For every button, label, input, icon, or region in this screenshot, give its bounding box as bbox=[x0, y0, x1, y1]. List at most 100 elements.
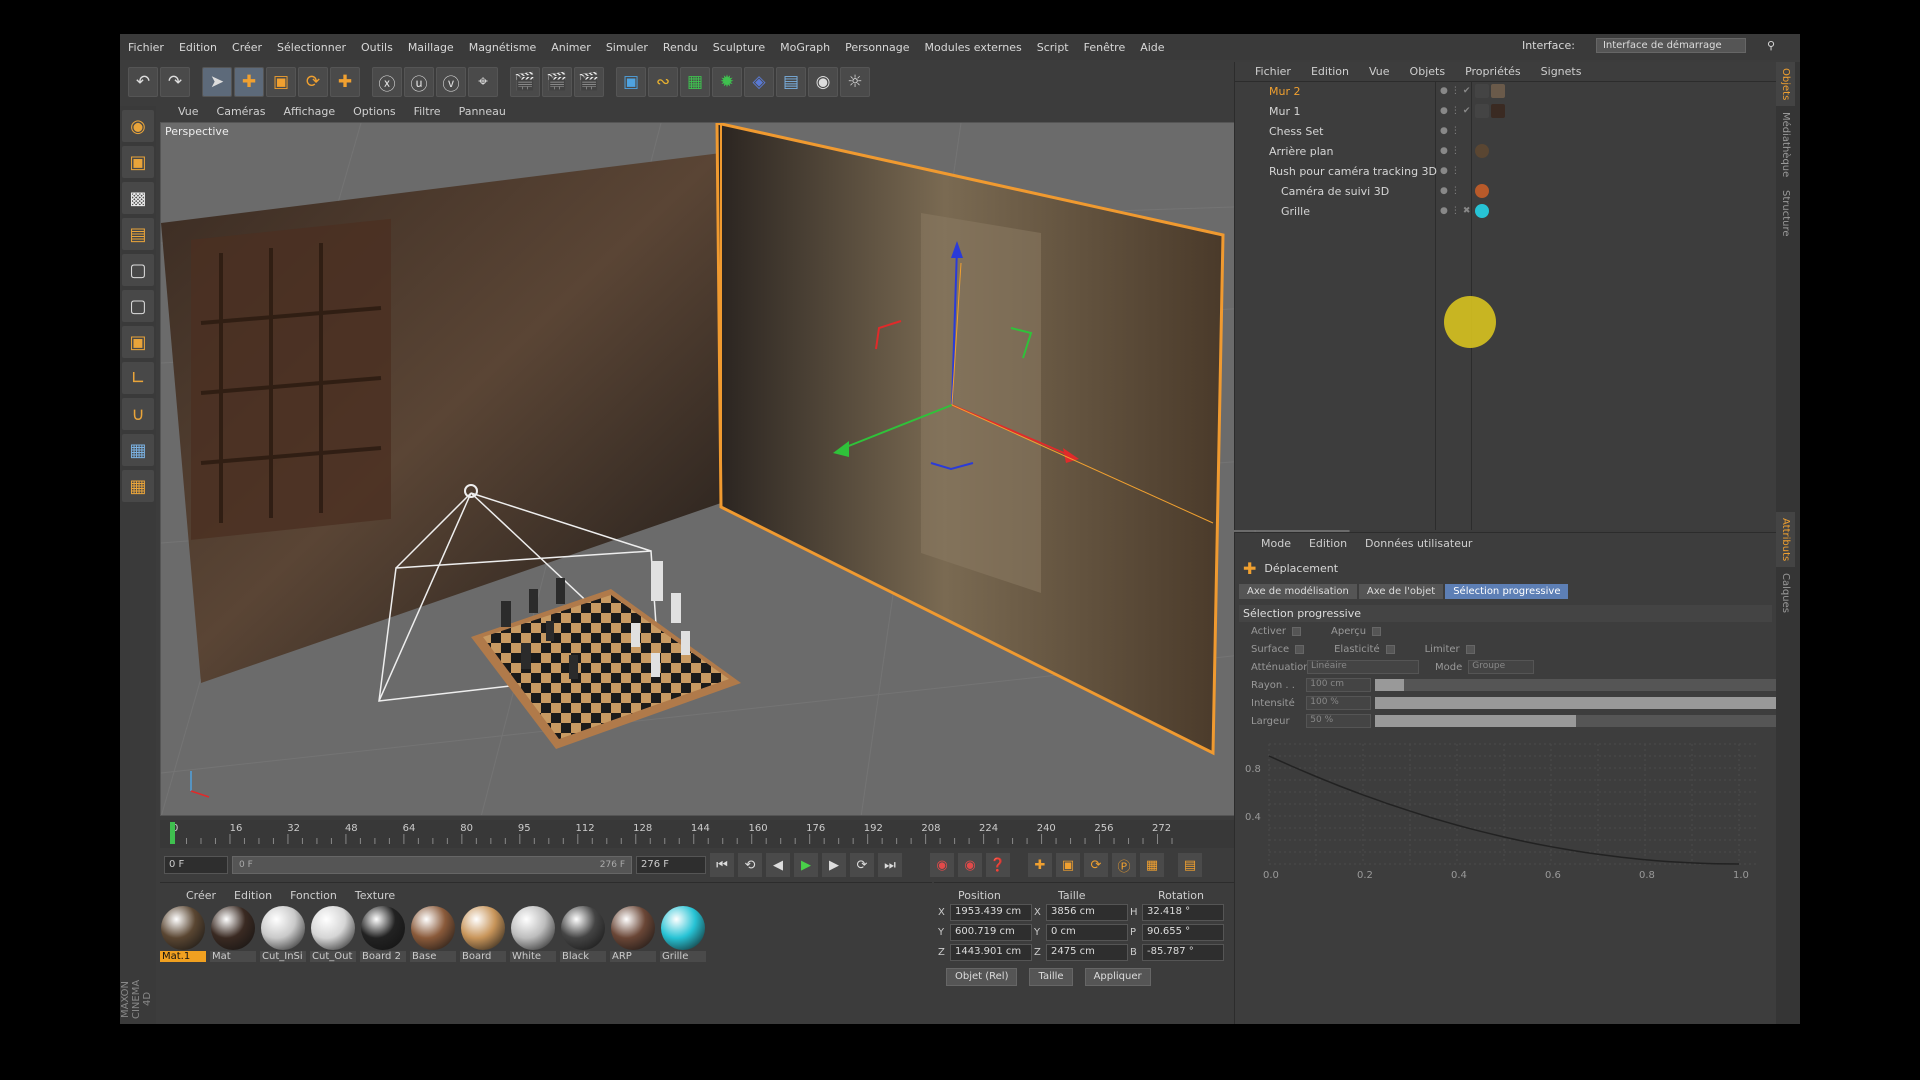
obj-menu-fichier[interactable]: Fichier bbox=[1255, 65, 1291, 78]
rayon-field[interactable]: 100 cm bbox=[1306, 678, 1372, 692]
tab-axe-modelisation[interactable]: Axe de modélisation bbox=[1239, 584, 1357, 599]
object-row-rush-camera-tracking[interactable]: Rush pour caméra tracking 3D ●⋮ bbox=[1235, 162, 1777, 180]
workplane-lock-icon[interactable]: ▦ bbox=[122, 434, 154, 466]
intensite-slider[interactable] bbox=[1375, 697, 1776, 709]
obj-menu-objets[interactable]: Objets bbox=[1410, 65, 1446, 78]
visibility-dots-icon[interactable]: ●⋮ bbox=[1440, 126, 1463, 136]
size-y-field[interactable]: 0 cm bbox=[1046, 923, 1128, 941]
viewport-menu-filtre[interactable]: Filtre bbox=[414, 105, 441, 118]
cloner-icon[interactable]: ✹ bbox=[712, 67, 742, 97]
next-frame-icon[interactable]: ▶ bbox=[822, 853, 846, 877]
points-mode-icon[interactable]: ▢ bbox=[122, 254, 154, 286]
size-x-field[interactable]: 3856 cm bbox=[1046, 903, 1128, 921]
position-x-field[interactable]: 1953.439 cm bbox=[950, 903, 1032, 921]
render-picture-viewer-icon[interactable]: 🎬 bbox=[542, 67, 572, 97]
material-menu-edition[interactable]: Edition bbox=[234, 889, 272, 902]
start-frame-field[interactable]: 0 F bbox=[164, 856, 228, 874]
side-tab-calques[interactable]: Calques bbox=[1776, 567, 1795, 619]
material-menu-fonction[interactable]: Fonction bbox=[290, 889, 337, 902]
x-axis-lock-icon[interactable]: ⓧ bbox=[372, 67, 402, 97]
material-swatch[interactable]: Board bbox=[460, 906, 506, 962]
menu-magnetisme[interactable]: Magnétisme bbox=[469, 41, 537, 54]
move-tool-icon[interactable]: ✚ bbox=[234, 67, 264, 97]
render-settings-icon[interactable]: 🎬 bbox=[574, 67, 604, 97]
key-rotation-icon[interactable]: ⟳ bbox=[1084, 853, 1108, 877]
material-swatch[interactable]: Grille bbox=[660, 906, 706, 962]
viewport-perspective[interactable]: Perspective bbox=[160, 122, 1350, 816]
select-tool-icon[interactable]: ➤ bbox=[202, 67, 232, 97]
menu-creer[interactable]: Créer bbox=[232, 41, 262, 54]
object-row-mur-2[interactable]: Mur 2 ●⋮✔ bbox=[1235, 82, 1777, 100]
obj-menu-signets[interactable]: Signets bbox=[1541, 65, 1582, 78]
tab-selection-progressive[interactable]: Sélection progressive bbox=[1445, 584, 1569, 599]
menu-outils[interactable]: Outils bbox=[361, 41, 393, 54]
visibility-dots-icon[interactable]: ●⋮✔ bbox=[1440, 86, 1473, 96]
timeline-layout-icon[interactable]: ▤ bbox=[1178, 853, 1202, 877]
z-axis-lock-icon[interactable]: ⓥ bbox=[436, 67, 466, 97]
snap-magnet-icon[interactable]: ∪ bbox=[122, 398, 154, 430]
coord-mode-dropdown[interactable]: Objet (Rel) bbox=[946, 968, 1018, 986]
tab-axe-objet[interactable]: Axe de l'objet bbox=[1358, 584, 1444, 599]
viewport-menu-cameras[interactable]: Caméras bbox=[217, 105, 266, 118]
scale-tool-icon[interactable]: ▣ bbox=[266, 67, 296, 97]
object-row-chess-set[interactable]: Chess Set ●⋮ bbox=[1235, 122, 1777, 140]
position-z-field[interactable]: 1443.901 cm bbox=[950, 943, 1032, 961]
undo-icon[interactable]: ↶ bbox=[128, 67, 158, 97]
apply-button[interactable]: Appliquer bbox=[1084, 968, 1151, 986]
go-to-start-icon[interactable]: ⏮ bbox=[710, 853, 734, 877]
menu-modules-externes[interactable]: Modules externes bbox=[925, 41, 1022, 54]
end-frame-field[interactable]: 276 F bbox=[636, 856, 706, 874]
attr-menu-edition[interactable]: Edition bbox=[1309, 537, 1347, 550]
menu-mograph[interactable]: MoGraph bbox=[780, 41, 830, 54]
apercu-checkbox[interactable] bbox=[1372, 626, 1382, 636]
attr-menu-donnees[interactable]: Données utilisateur bbox=[1365, 537, 1472, 550]
phong-tag-icon[interactable] bbox=[1475, 104, 1489, 118]
visibility-dots-icon[interactable]: ●⋮ bbox=[1440, 186, 1463, 196]
preview-range-slider[interactable]: 0 F 276 F bbox=[232, 856, 632, 874]
timeline-ruler[interactable]: 0 16 32 48 64 80 95 112 128 144 160 176 192 208 224 240… bbox=[160, 820, 1350, 848]
material-swatch[interactable]: Black bbox=[560, 906, 606, 962]
edges-mode-icon[interactable]: ▢ bbox=[122, 290, 154, 322]
object-row-arriere-plan[interactable]: Arrière plan ●⋮ bbox=[1235, 142, 1777, 160]
viewport-menu-affichage[interactable]: Affichage bbox=[283, 105, 335, 118]
material-swatch[interactable]: Cut_Out bbox=[310, 906, 356, 962]
grid-snap-icon[interactable]: ▦ bbox=[122, 470, 154, 502]
polygons-mode-icon[interactable]: ▣ bbox=[122, 326, 154, 358]
camera-tag-icon[interactable] bbox=[1475, 184, 1489, 198]
play-icon[interactable]: ▶ bbox=[794, 853, 818, 877]
object-row-mur-1[interactable]: Mur 1 ●⋮✔ bbox=[1235, 102, 1777, 120]
material-swatch[interactable]: Mat.1 bbox=[160, 906, 206, 962]
coord-size-mode-dropdown[interactable]: Taille bbox=[1029, 968, 1073, 986]
menu-selectionner[interactable]: Sélectionner bbox=[277, 41, 346, 54]
interface-dropdown[interactable]: Interface de démarrage bbox=[1595, 38, 1746, 53]
axis-mode-icon[interactable]: ∟ bbox=[122, 362, 154, 394]
material-menu-texture[interactable]: Texture bbox=[355, 889, 395, 902]
material-swatch[interactable]: Cut_InSi bbox=[260, 906, 306, 962]
material-swatch[interactable]: ARP bbox=[610, 906, 656, 962]
mode-dropdown[interactable]: Groupe bbox=[1468, 660, 1535, 674]
viewport-menu-vue[interactable]: Vue bbox=[178, 105, 199, 118]
largeur-slider[interactable] bbox=[1375, 715, 1776, 727]
material-tag-icon[interactable] bbox=[1491, 104, 1505, 118]
texture-mode-icon[interactable]: ▩ bbox=[122, 182, 154, 214]
redo-icon[interactable]: ↷ bbox=[160, 67, 190, 97]
make-editable-icon[interactable]: ◉ bbox=[122, 110, 154, 142]
light-icon[interactable]: ☼ bbox=[840, 67, 870, 97]
material-tag-icon[interactable] bbox=[1491, 84, 1505, 98]
key-pla-icon[interactable]: ▦ bbox=[1140, 853, 1164, 877]
largeur-field[interactable]: 50 % bbox=[1306, 714, 1372, 728]
viewport-menu-panneau[interactable]: Panneau bbox=[459, 105, 506, 118]
record-keys-icon[interactable]: ◉ bbox=[930, 853, 954, 877]
menu-animer[interactable]: Animer bbox=[551, 41, 591, 54]
material-swatch[interactable]: Board 2 bbox=[360, 906, 406, 962]
menu-simuler[interactable]: Simuler bbox=[606, 41, 648, 54]
subdivision-surface-icon[interactable]: ▦ bbox=[680, 67, 710, 97]
workplane-mode-icon[interactable]: ▤ bbox=[122, 218, 154, 250]
material-swatch[interactable]: Base bbox=[410, 906, 456, 962]
surface-checkbox[interactable] bbox=[1295, 644, 1305, 654]
menu-rendu[interactable]: Rendu bbox=[663, 41, 698, 54]
material-menu-creer[interactable]: Créer bbox=[186, 889, 216, 902]
material-swatch[interactable]: White bbox=[510, 906, 556, 962]
model-mode-icon[interactable]: ▣ bbox=[122, 146, 154, 178]
obj-menu-proprietes[interactable]: Propriétés bbox=[1465, 65, 1521, 78]
